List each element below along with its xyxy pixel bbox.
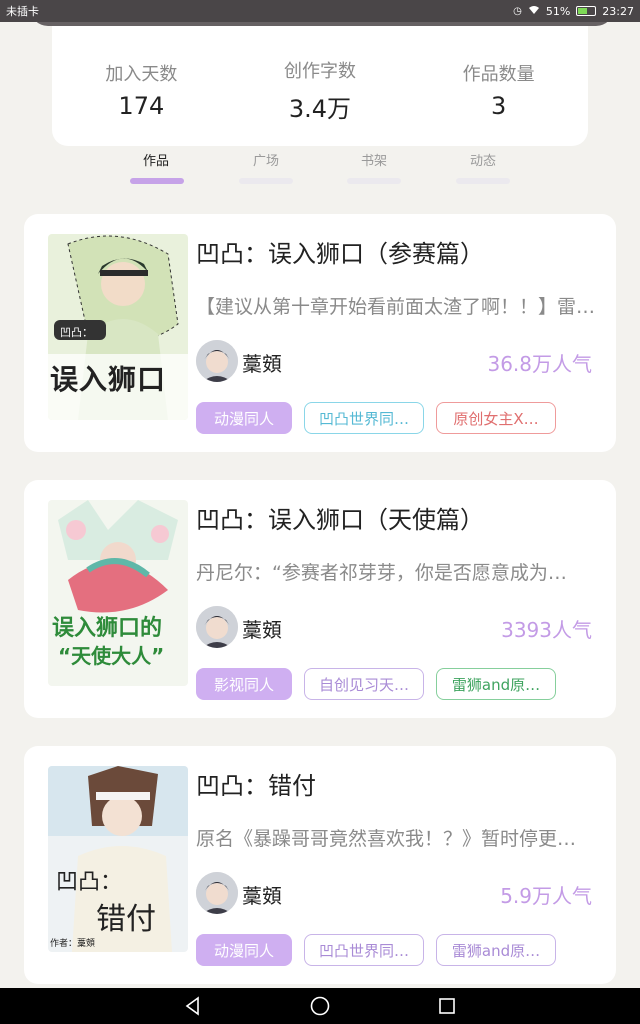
stat-word-count: 创作字数 3.4万 xyxy=(250,57,390,124)
system-nav-bar xyxy=(0,988,640,1024)
back-icon[interactable] xyxy=(181,994,205,1018)
work-title[interactable]: 凹凸：错付 xyxy=(196,766,596,801)
work-title[interactable]: 凹凸：误入狮口（天使篇） xyxy=(196,500,596,535)
popularity-count: 3393人气 xyxy=(501,618,592,642)
cover-author-text: 作者：藳頞 xyxy=(50,939,96,949)
tab-activity-underline xyxy=(456,178,510,184)
profile-stats-card: 加入天数 174 创作字数 3.4万 作品数量 3 xyxy=(52,26,588,146)
work-card[interactable]: 误入狮口的 “天使大人” 凹凸：误入狮口（天使篇） 丹尼尔：“参赛者祁芽芽，你是… xyxy=(24,480,616,718)
author-name[interactable]: 藳頞 xyxy=(242,614,282,643)
stat-value: 174 xyxy=(118,92,165,120)
author-name[interactable]: 藳頞 xyxy=(242,348,282,377)
tab-activity[interactable]: 动态 xyxy=(455,150,511,169)
cover-tag-text: 凹凸： xyxy=(60,326,93,339)
tag-chip[interactable]: 动漫同人 xyxy=(196,934,292,966)
cover-title-text: 误入狮口 xyxy=(50,363,167,396)
work-description: 原名《暴躁哥哥竟然喜欢我！？》暂时停更… xyxy=(196,828,577,850)
stat-join-days: 加入天数 174 xyxy=(71,60,211,120)
work-cover[interactable]: 凹凸： 错付 作者：藳頞 xyxy=(48,766,188,952)
tag-chip[interactable]: 自创见习天… xyxy=(304,668,424,700)
tag-chip[interactable]: 凹凸世界同… xyxy=(304,402,424,434)
wifi-icon xyxy=(528,5,540,18)
avatar-image xyxy=(196,606,238,648)
work-card[interactable]: 凹凸： 误入狮口 凹凸：误入狮口（参赛篇） 【建议从第十章开始看前面太渣了啊！！… xyxy=(24,214,616,452)
stat-works-count: 作品数量 3 xyxy=(429,60,569,120)
author-avatar[interactable] xyxy=(196,872,238,914)
tag-chip[interactable]: 原创女主X… xyxy=(436,402,556,434)
battery-icon xyxy=(576,6,597,16)
cover-subtitle-text: “天使大人” xyxy=(58,644,165,668)
tag-chip[interactable]: 雷狮and原… xyxy=(436,934,556,966)
recents-icon[interactable] xyxy=(435,994,459,1018)
profile-tabs: 作品 广场 书架 动态 xyxy=(0,150,640,186)
tab-works[interactable]: 作品 xyxy=(128,150,184,169)
avatar-image xyxy=(196,340,238,382)
cover-title-text: 误入狮口的 xyxy=(52,616,163,641)
author-avatar[interactable] xyxy=(196,606,238,648)
tab-bookshelf[interactable]: 书架 xyxy=(346,150,402,169)
alarm-icon: ◷ xyxy=(513,5,522,17)
tag-list: 影视同人 自创见习天… 雷狮and原… xyxy=(196,668,556,700)
stat-value: 3.4万 xyxy=(288,94,352,123)
clock: 23:27 xyxy=(602,4,634,18)
tag-chip[interactable]: 凹凸世界同… xyxy=(304,934,424,966)
carrier-label: 未插卡 xyxy=(6,5,39,18)
cover-tag-text: 凹凸： xyxy=(56,870,123,895)
work-description: 【建议从第十章开始看前面太渣了啊！！】雷… xyxy=(196,296,596,318)
status-indicators: ◷ 51% 23:27 xyxy=(513,5,634,18)
tab-square[interactable]: 广场 xyxy=(238,150,294,169)
tag-list: 动漫同人 凹凸世界同… 雷狮and原… xyxy=(196,934,556,966)
tag-chip[interactable]: 雷狮and原… xyxy=(436,668,556,700)
tag-list: 动漫同人 凹凸世界同… 原创女主X… xyxy=(196,402,556,434)
tab-square-underline xyxy=(239,178,293,184)
tag-chip[interactable]: 动漫同人 xyxy=(196,402,292,434)
stat-label: 创作字数 xyxy=(283,60,356,82)
tag-chip[interactable]: 影视同人 xyxy=(196,668,292,700)
author-name[interactable]: 藳頞 xyxy=(242,880,282,909)
work-cover[interactable]: 凹凸： 误入狮口 xyxy=(48,234,188,420)
stat-label: 作品数量 xyxy=(462,64,535,85)
status-bar: 未插卡 ◷ 51% 23:27 xyxy=(0,0,640,22)
cover-title-text: 错付 xyxy=(96,902,156,937)
work-title[interactable]: 凹凸：误入狮口（参赛篇） xyxy=(196,234,596,269)
tab-bookshelf-underline xyxy=(347,178,401,184)
author-avatar[interactable] xyxy=(196,340,238,382)
work-cover[interactable]: 误入狮口的 “天使大人” xyxy=(48,500,188,686)
stat-label: 加入天数 xyxy=(105,64,178,85)
battery-percent: 51% xyxy=(545,4,571,18)
popularity-count: 5.9万人气 xyxy=(500,884,592,908)
tab-works-underline xyxy=(130,178,184,184)
work-card[interactable]: 凹凸： 错付 作者：藳頞 凹凸：错付 原名《暴躁哥哥竟然喜欢我！？》暂时停更… … xyxy=(24,746,616,984)
stat-value: 3 xyxy=(491,92,507,120)
popularity-count: 36.8万人气 xyxy=(487,352,592,376)
avatar-image xyxy=(196,872,238,914)
home-icon[interactable] xyxy=(308,994,332,1018)
work-description: 丹尼尔：“参赛者祁芽芽，你是否愿意成为… xyxy=(196,562,567,584)
